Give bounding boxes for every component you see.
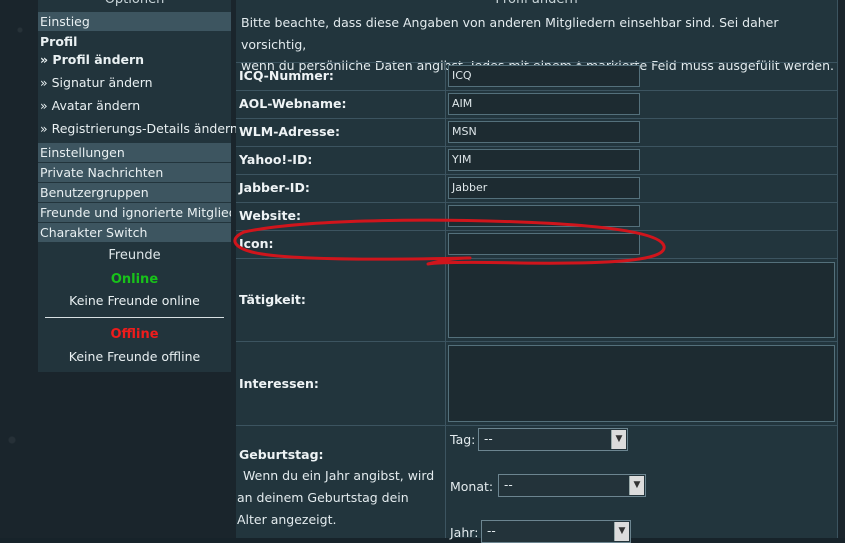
sidebar-item-einstellungen[interactable]: Einstellungen (38, 143, 231, 162)
chevron-down-icon: ▼ (611, 430, 626, 449)
website-label: Website: (239, 208, 301, 223)
sidebar-title: Optionen (38, 0, 231, 10)
sidebar-item-freunde-ignorierte[interactable]: Freunde und ignorierte Mitglieder (38, 203, 231, 222)
wlm-label: WLM-Adresse: (239, 124, 341, 139)
friends-offline-text: Keine Freunde offline (68, 349, 201, 364)
wlm-input[interactable]: MSN (448, 121, 640, 143)
sidebar-subitem-signatur-aendern[interactable]: » Signatur ändern (38, 72, 231, 94)
row-divider (236, 62, 837, 63)
month-label: Monat: (450, 479, 494, 494)
icq-input[interactable]: ICQ (448, 65, 640, 87)
icon-input[interactable] (448, 233, 640, 255)
month-select-value: -- (504, 478, 513, 492)
sidebar-subitem-profil-aendern[interactable]: » Profil ändern (38, 49, 231, 71)
icon-label: Icon: (239, 236, 274, 251)
year-select-value: -- (487, 524, 496, 538)
row-divider (236, 146, 837, 147)
row-divider (236, 230, 837, 231)
yahoo-label: Yahoo!-ID: (239, 152, 313, 167)
profile-edit-panel: Profil ändern Bitte beachte, dass diese … (236, 0, 837, 543)
jabber-input[interactable]: Jabber (448, 177, 640, 199)
friends-online-text: Keine Freunde online (69, 293, 200, 308)
row-divider (236, 202, 837, 203)
notice-line-1: Bitte beachte, dass diese Angaben von an… (241, 15, 779, 52)
row-divider (236, 258, 837, 259)
column-divider (445, 62, 446, 538)
jabber-label: Jabber-ID: (239, 180, 310, 195)
aol-input[interactable]: AIM (448, 93, 640, 115)
aol-label: AOL-Webname: (239, 96, 347, 111)
year-select[interactable]: -- ▼ (481, 520, 631, 543)
interests-textarea[interactable] (448, 345, 835, 422)
birthday-label: Geburtstag: (239, 447, 324, 462)
row-divider (236, 118, 837, 119)
day-select[interactable]: -- ▼ (478, 428, 628, 451)
row-divider (236, 341, 837, 342)
sidebar-item-private-nachrichten[interactable]: Private Nachrichten (38, 163, 231, 182)
interests-label: Interessen: (239, 376, 319, 391)
chevron-down-icon: ▼ (614, 522, 629, 541)
friends-title: Freunde (108, 248, 161, 263)
chevron-down-icon: ▼ (629, 476, 644, 495)
icq-label: ICQ-Nummer: (239, 68, 334, 83)
sidebar-subitem-registrierungs-details[interactable]: » Registrierungs-Details ändern (38, 118, 238, 140)
day-label: Tag: (450, 432, 476, 447)
row-divider (236, 90, 837, 91)
website-input[interactable] (448, 205, 640, 227)
month-select[interactable]: -- ▼ (498, 474, 646, 497)
yahoo-input[interactable]: YIM (448, 149, 640, 171)
sidebar-item-einstieg[interactable]: Einstieg (38, 12, 231, 31)
friends-online-label: Online (110, 272, 159, 287)
panel-right-border (837, 0, 838, 538)
row-divider (236, 174, 837, 175)
sidebar-item-charakter-switch[interactable]: Charakter Switch (38, 223, 231, 242)
options-sidebar: Optionen Einstieg Profil » Profil ändern… (38, 0, 238, 372)
friends-divider (45, 317, 224, 318)
sidebar-item-benutzergruppen[interactable]: Benutzergruppen (38, 183, 231, 202)
friends-offline-label: Offline (110, 327, 159, 342)
row-divider (236, 425, 837, 426)
sidebar-subitem-avatar-aendern[interactable]: » Avatar ändern (38, 95, 231, 117)
occupation-label: Tätigkeit: (239, 292, 306, 307)
birthday-description: Wenn du ein Jahr angibst, wird an deinem… (237, 468, 435, 527)
panel-title: Profil ändern (236, 0, 837, 10)
day-select-value: -- (484, 432, 493, 446)
occupation-textarea[interactable] (448, 262, 835, 338)
